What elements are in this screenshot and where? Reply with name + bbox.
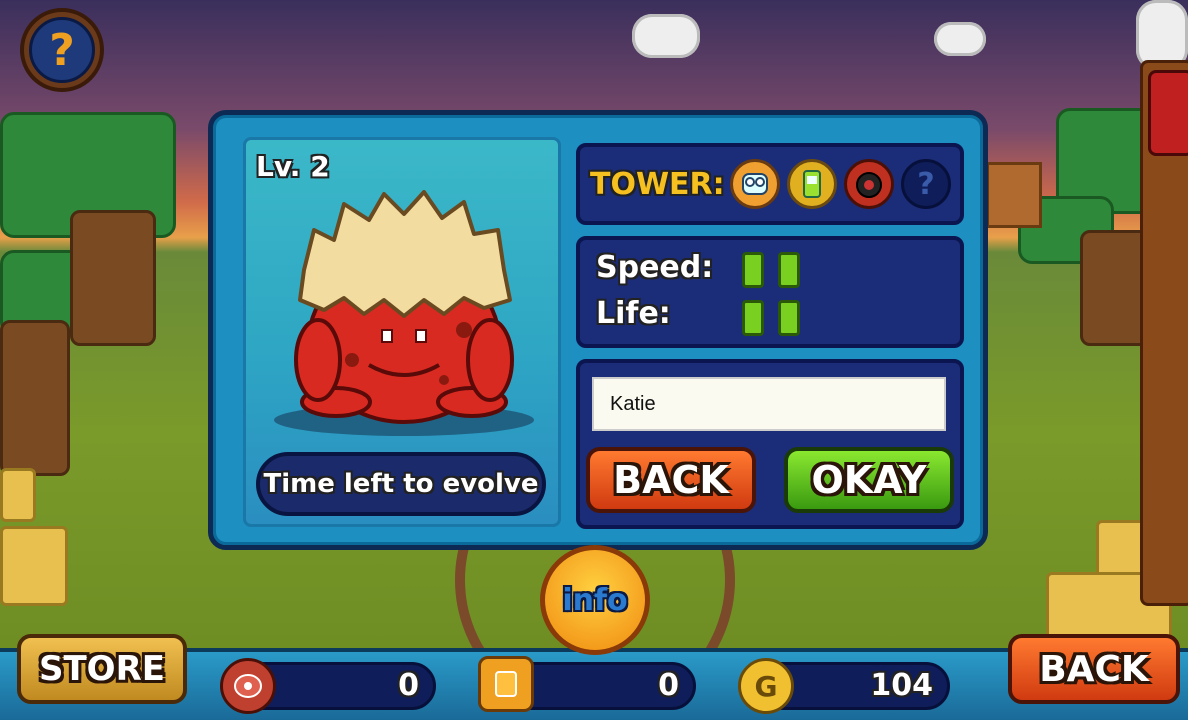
monster-info-dialog: Lv. 2 Time left to evolve TOWER: ? Speed… — [208, 110, 988, 550]
locked-tower-icon: ? — [901, 159, 951, 209]
speed-pip — [742, 252, 764, 288]
gold-coin-icon: G — [738, 658, 794, 714]
store-button[interactable]: STORE — [17, 634, 187, 704]
speed-pip — [778, 252, 800, 288]
robot-tower-icon[interactable] — [730, 159, 780, 209]
life-pip — [742, 300, 764, 336]
back-button[interactable]: BACK — [1008, 634, 1180, 704]
speed-meter — [742, 252, 800, 288]
info-button[interactable]: info — [540, 545, 650, 655]
tower-panel: TOWER: ? — [576, 143, 964, 225]
life-meter — [742, 300, 800, 336]
bomb-tower-icon[interactable] — [844, 159, 894, 209]
monster-name-input[interactable] — [592, 377, 946, 431]
monster-panel: Lv. 2 Time left to evolve — [243, 137, 561, 527]
name-panel: BACK OKAY — [576, 359, 964, 529]
hay-bale — [0, 526, 68, 606]
monster-portrait — [274, 190, 534, 436]
help-button[interactable]: ? — [20, 8, 104, 92]
juice-icon — [478, 656, 534, 712]
monster-level: Lv. 2 — [256, 150, 330, 183]
question-icon: ? — [29, 17, 95, 83]
tree-trunk — [0, 320, 70, 476]
meat-icon — [220, 658, 276, 714]
cloud — [934, 22, 986, 56]
tree-trunk — [70, 210, 156, 346]
speed-label: Speed: — [596, 250, 714, 285]
life-pip — [778, 300, 800, 336]
fence — [986, 162, 1042, 228]
evolve-timer-label: Time left to evolve — [256, 452, 546, 516]
life-label: Life: — [596, 296, 671, 331]
battery-tower-icon[interactable] — [787, 159, 837, 209]
stats-panel: Speed: Life: — [576, 236, 964, 348]
tower-label: TOWER: — [590, 167, 725, 202]
okay-button[interactable]: OKAY — [784, 447, 954, 513]
hay-bale — [0, 468, 36, 522]
cloud — [632, 14, 700, 58]
side-post-cap — [1148, 70, 1188, 156]
dialog-back-button[interactable]: BACK — [586, 447, 756, 513]
